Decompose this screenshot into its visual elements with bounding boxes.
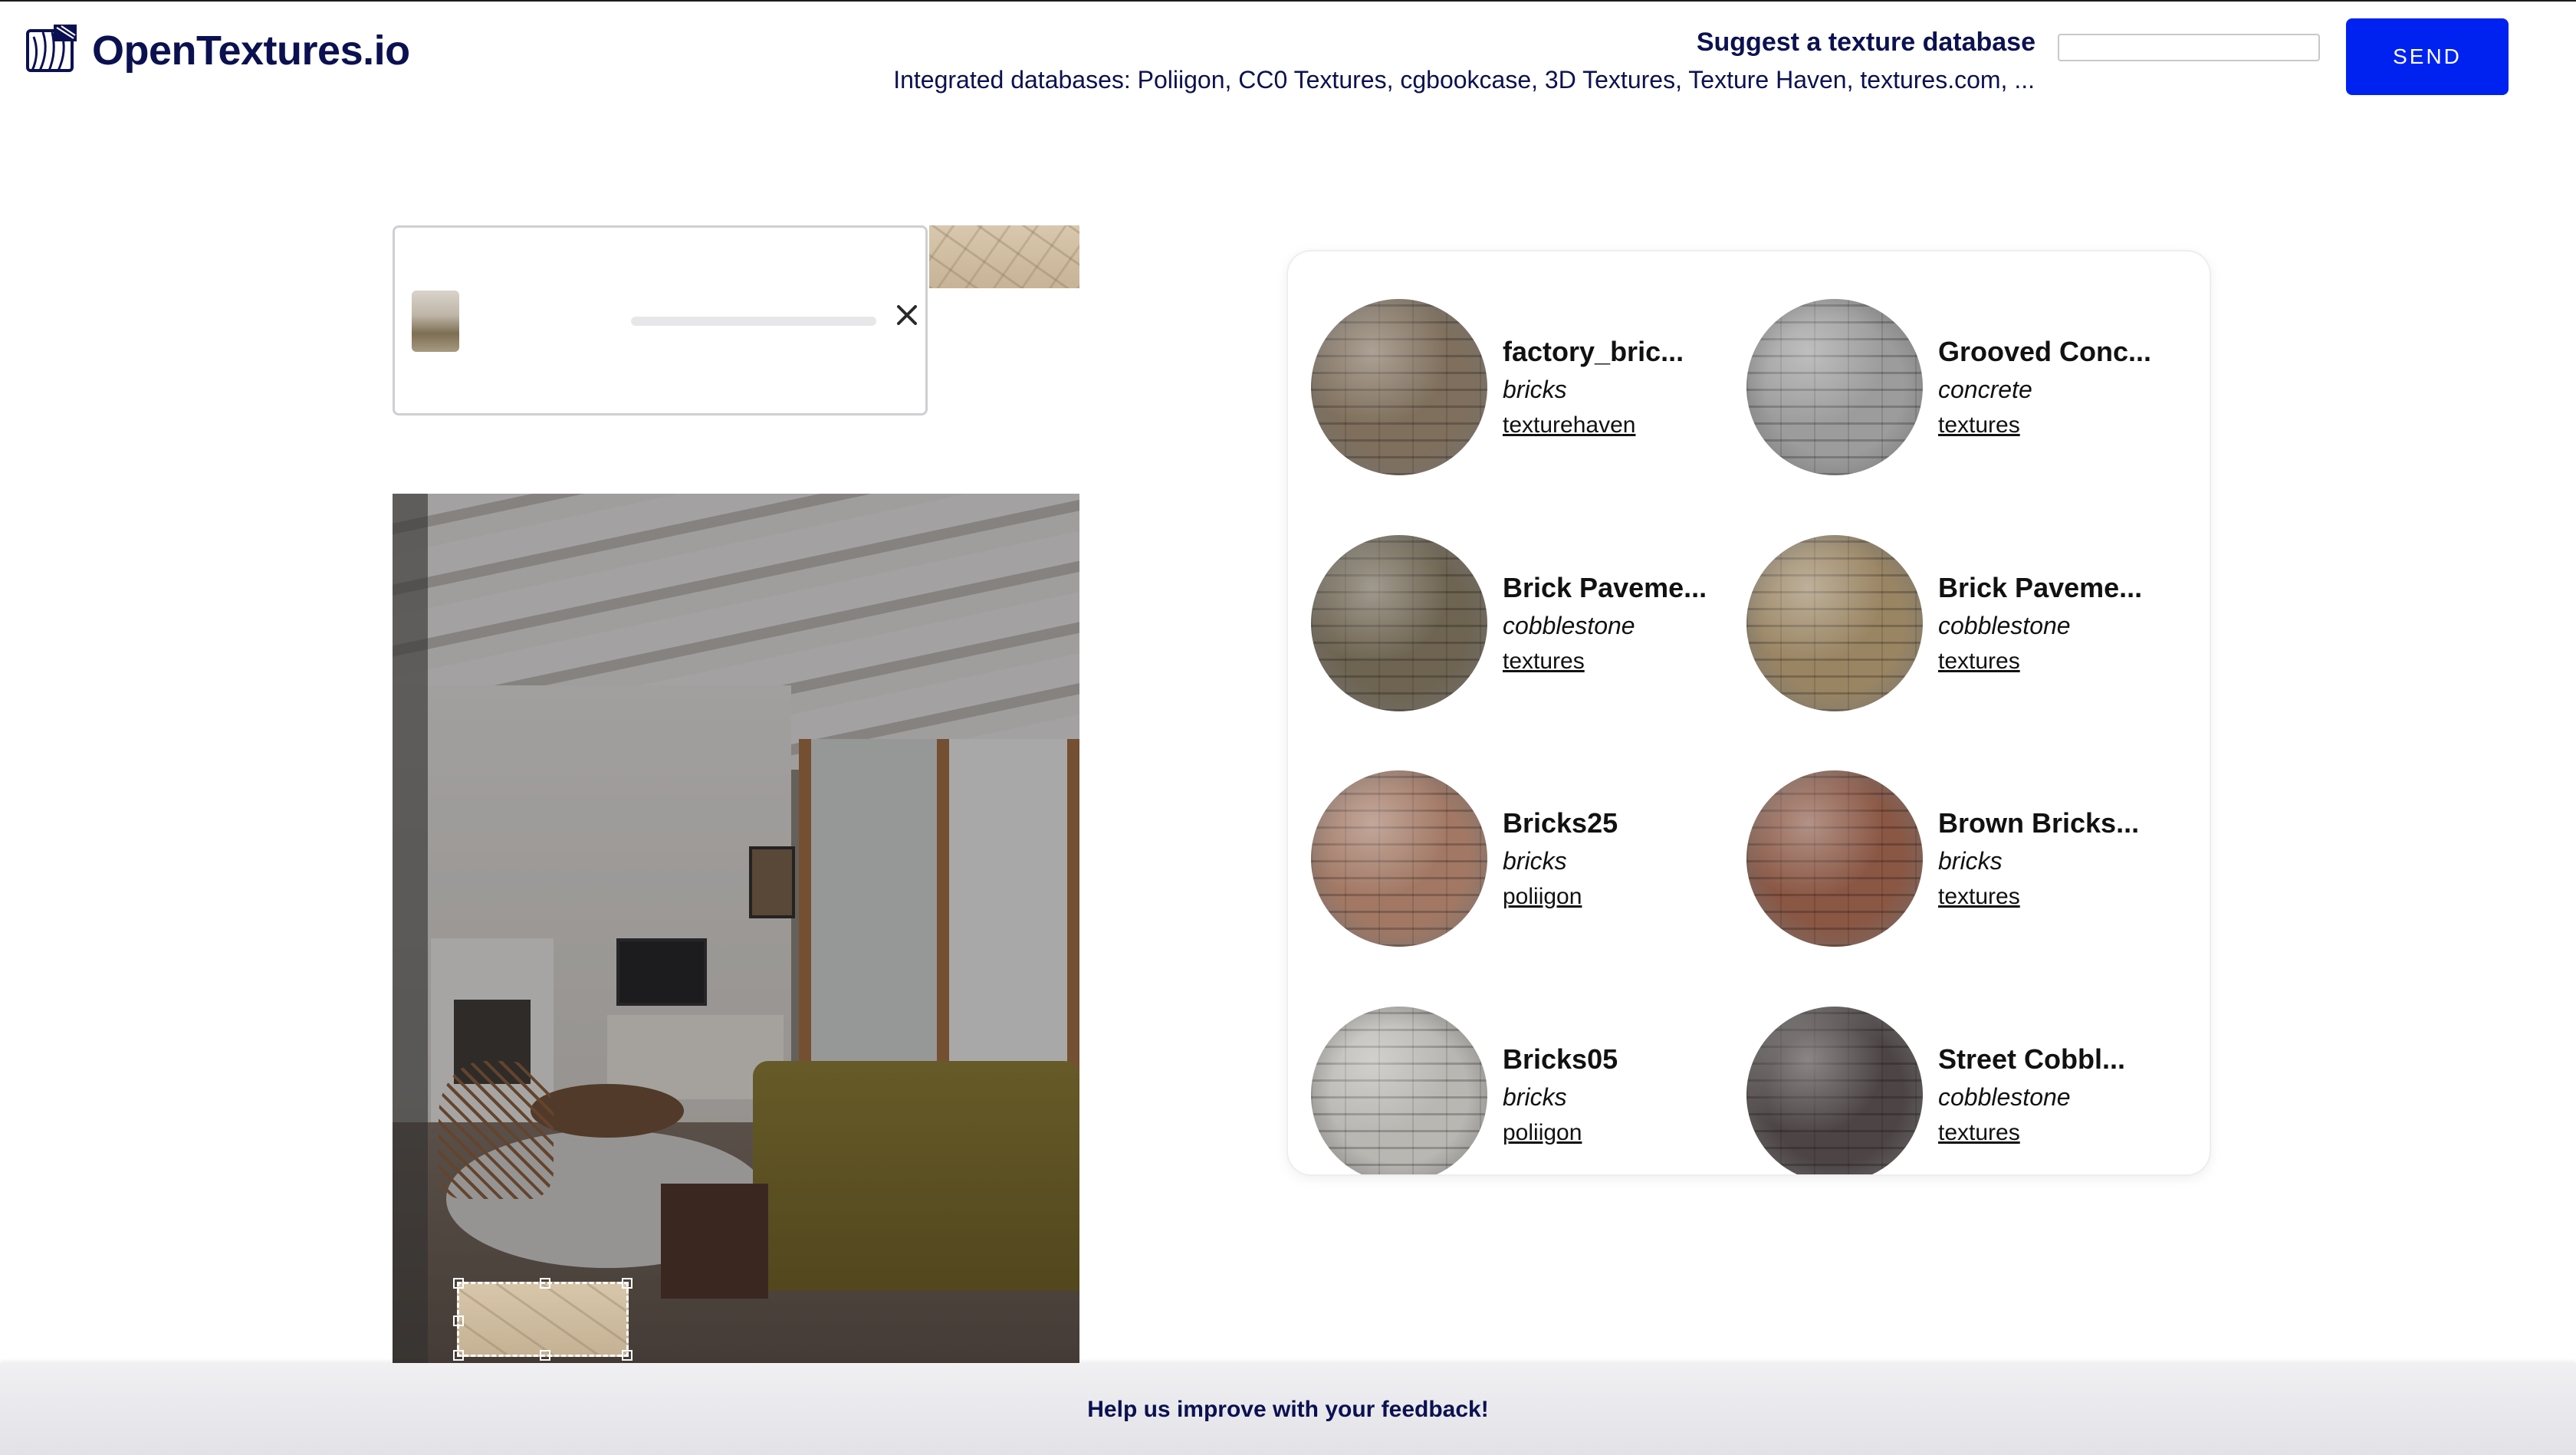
resize-handle-ne[interactable] xyxy=(622,1278,632,1289)
source-photo[interactable] xyxy=(393,494,1079,1363)
texture-sphere xyxy=(1311,770,1487,947)
texture-sphere xyxy=(1746,299,1923,475)
texture-title: Street Cobbl... xyxy=(1938,1043,2126,1075)
suggest-database-input[interactable] xyxy=(2058,34,2320,61)
uploaded-image-thumbnail xyxy=(412,291,459,352)
texture-sphere xyxy=(1311,1007,1487,1174)
texture-category: concrete xyxy=(1938,376,2032,403)
texture-source-link[interactable]: poliigon xyxy=(1503,884,1582,910)
texture-title: Bricks25 xyxy=(1503,807,1618,839)
crop-preview xyxy=(929,225,1079,288)
resize-handle-w[interactable] xyxy=(453,1315,464,1326)
texture-category: cobblestone xyxy=(1938,612,2071,639)
resize-handle-sw[interactable] xyxy=(453,1350,464,1361)
top-border xyxy=(0,0,2576,2)
resize-handle-se[interactable] xyxy=(622,1350,632,1361)
texture-category: bricks xyxy=(1503,847,1567,875)
resize-handle-n[interactable] xyxy=(540,1278,550,1289)
texture-result-card[interactable]: Bricks25 bricks poliigon xyxy=(1288,723,1717,947)
texture-result-card[interactable]: Brick Paveme... cobblestone textures xyxy=(1288,488,1717,711)
texture-sphere xyxy=(1311,299,1487,475)
texture-title: Brown Bricks... xyxy=(1938,807,2140,839)
crop-selection-box[interactable] xyxy=(453,1278,632,1361)
texture-result-card[interactable]: Bricks05 bricks poliigon xyxy=(1288,959,1717,1174)
texture-title: Grooved Conc... xyxy=(1938,336,2152,367)
site-logo[interactable]: OpenTextures.io xyxy=(23,23,410,78)
texture-sphere xyxy=(1746,770,1923,947)
texture-result-card[interactable]: factory_bric... bricks texturehaven xyxy=(1288,251,1717,475)
texture-source-link[interactable]: texturehaven xyxy=(1503,412,1635,438)
texture-result-card[interactable]: Brick Paveme... cobblestone textures xyxy=(1723,488,2153,711)
texture-sphere xyxy=(1746,535,1923,711)
texture-source-link[interactable]: textures xyxy=(1938,884,2020,910)
send-button[interactable]: SEND xyxy=(2346,18,2509,95)
texture-source-link[interactable]: textures xyxy=(1938,1120,2020,1146)
texture-title: Brick Paveme... xyxy=(1503,572,1707,603)
texture-title: factory_bric... xyxy=(1503,336,1684,367)
upload-progress-bar xyxy=(631,317,876,326)
texture-sphere xyxy=(1311,535,1487,711)
integrated-databases-text: Integrated databases: Poliigon, CC0 Text… xyxy=(893,66,2035,94)
photo-dim-overlay xyxy=(393,494,1079,1363)
logo-text: OpenTextures.io xyxy=(92,28,410,74)
feedback-bar: Help us improve with your feedback! xyxy=(0,1363,2576,1455)
texture-source-link[interactable]: poliigon xyxy=(1503,1120,1582,1146)
texture-category: bricks xyxy=(1503,1083,1567,1111)
resize-handle-nw[interactable] xyxy=(453,1278,464,1289)
close-icon[interactable] xyxy=(892,300,922,330)
texture-category: bricks xyxy=(1503,376,1567,403)
suggest-database-label: Suggest a texture database xyxy=(1696,28,2036,57)
texture-category: cobblestone xyxy=(1938,1083,2071,1111)
texture-title: Brick Paveme... xyxy=(1938,572,2143,603)
texture-result-card[interactable]: Brown Bricks... bricks textures xyxy=(1723,723,2153,947)
upload-card xyxy=(393,225,928,415)
texture-title: Bricks05 xyxy=(1503,1043,1618,1075)
resize-handle-s[interactable] xyxy=(540,1350,550,1361)
texture-result-card[interactable]: Grooved Conc... concrete textures xyxy=(1723,251,2153,475)
texture-sphere xyxy=(1746,1007,1923,1174)
texture-source-link[interactable]: textures xyxy=(1503,649,1585,675)
texture-category: bricks xyxy=(1938,847,2003,875)
logo-icon xyxy=(26,25,77,72)
texture-source-link[interactable]: textures xyxy=(1938,412,2020,438)
texture-category: cobblestone xyxy=(1503,612,1635,639)
texture-results-panel: factory_bric... bricks texturehaven Groo… xyxy=(1288,251,2210,1174)
texture-result-card[interactable]: Street Cobbl... cobblestone textures xyxy=(1723,959,2153,1174)
texture-source-link[interactable]: textures xyxy=(1938,649,2020,675)
feedback-link[interactable]: Help us improve with your feedback! xyxy=(0,1397,2576,1423)
